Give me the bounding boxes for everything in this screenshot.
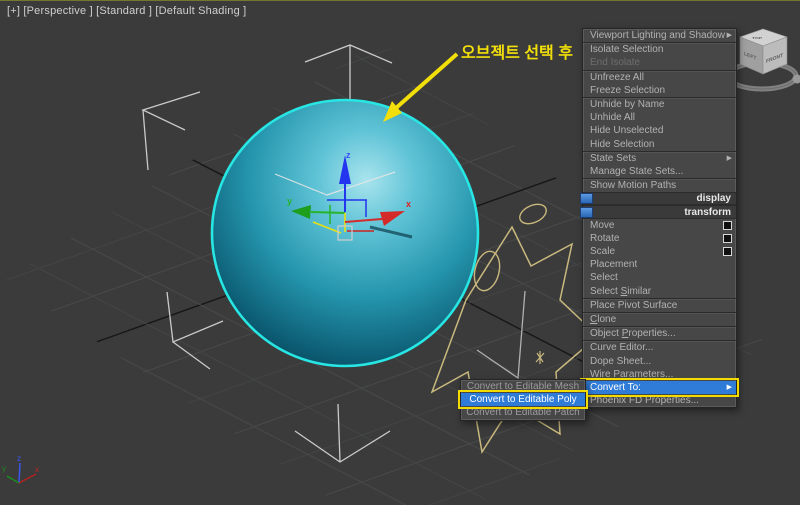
menu-item-label: Curve Editor... — [590, 342, 654, 354]
menu-item-freeze-selection[interactable]: Freeze Selection — [583, 84, 736, 97]
menu-item-label: Unhide All — [590, 112, 636, 124]
gizmo-x-label: x — [406, 199, 411, 209]
menu-item-label: Clone — [590, 314, 617, 326]
menu-item-label: Viewport Lighting and Shadows — [590, 30, 725, 42]
menu-item-manage-state-sets[interactable]: Manage State Sets... — [583, 165, 736, 178]
annotation-text: 오브젝트 선택 후 — [461, 45, 573, 62]
quad-title-square — [580, 206, 593, 218]
menu-item-hide-selection[interactable]: Hide Selection — [583, 138, 736, 151]
menu-item-phoenix-fd-properties[interactable]: Phoenix FD Properties... — [583, 394, 736, 407]
submenu-item-convert-to-editable-poly[interactable]: Convert to Editable Poly — [458, 390, 588, 410]
menu-item-label: Wire Parameters... — [590, 368, 674, 380]
menu-item-object-properties[interactable]: Object Properties... — [583, 327, 736, 340]
menu-item-label: Unhide by Name — [590, 99, 665, 111]
sphere-object[interactable] — [210, 98, 480, 368]
menu-item-dope-sheet[interactable]: Dope Sheet... — [583, 355, 736, 368]
menu-item-label: Placement — [590, 259, 638, 271]
submenu-item-label: Convert to Editable Mesh — [466, 381, 580, 393]
menu-item-unhide-all[interactable]: Unhide All — [583, 111, 736, 124]
menu-item-rotate[interactable]: Rotate — [583, 232, 736, 245]
menu-item-scale[interactable]: Scale — [583, 245, 736, 258]
menu-item-end-isolate: End Isolate — [583, 56, 736, 69]
axis-y[interactable] — [310, 211, 346, 214]
menu-item-label: Unfreeze All — [590, 71, 644, 83]
submenu-item-label: Convert to Editable Patch — [466, 407, 580, 419]
menu-item-label: Place Pivot Surface — [590, 299, 678, 311]
menu-item-label: Phoenix FD Properties... — [590, 395, 699, 407]
world-x-label: x — [35, 465, 39, 474]
quad-context-menu: Viewport Lighting and Shadows ▶ Isolate Se… — [580, 28, 739, 409]
menu-item-hide-unselected[interactable]: Hide Unselected — [583, 124, 736, 137]
settings-box-icon[interactable] — [723, 247, 732, 257]
menu-item-label: Convert To: — [590, 381, 641, 393]
quad-title-square — [580, 193, 593, 205]
quad-header-transform: transform — [580, 205, 736, 219]
settings-box-icon[interactable] — [723, 220, 732, 230]
world-y-label: y — [2, 464, 6, 473]
quad-header-display: display — [580, 192, 736, 206]
gizmo-y-label: y — [287, 196, 292, 206]
menu-item-label: Select — [590, 272, 618, 284]
menu-item-label: Move — [590, 219, 615, 231]
viewport-label[interactable]: [+] [Perspective ] [Standard ] [Default … — [7, 5, 246, 17]
menu-item-move[interactable]: Move — [583, 219, 736, 232]
menu-item-viewport-lighting-and-shadows[interactable]: Viewport Lighting and Shadows ▶ — [583, 29, 736, 42]
menu-item-place-pivot-surface[interactable]: Place Pivot Surface — [583, 299, 736, 312]
menu-item-label: End Isolate — [590, 57, 641, 69]
menu-item-state-sets[interactable]: State Sets ▶ — [583, 152, 736, 165]
settings-box-icon[interactable] — [723, 233, 732, 243]
world-z-label: z — [17, 454, 21, 463]
quad-header-label: transform — [684, 206, 731, 218]
menu-item-unhide-by-name[interactable]: Unhide by Name — [583, 98, 736, 111]
menu-item-unfreeze-all[interactable]: Unfreeze All — [583, 71, 736, 84]
submenu-item-convert-to-editable-mesh[interactable]: Convert to Editable Mesh — [461, 380, 585, 393]
menu-item-label: Freeze Selection — [590, 84, 666, 96]
world-axis-tripod: z x y — [2, 454, 39, 484]
menu-item-label: Show Motion Paths — [590, 180, 677, 192]
gizmo-z-label: z — [346, 150, 351, 160]
menu-item-label: Hide Unselected — [590, 125, 664, 137]
circle-splines[interactable] — [471, 201, 550, 294]
menu-item-curve-editor[interactable]: Curve Editor... — [583, 341, 736, 354]
convert-to-submenu: Convert to Editable Mesh Convert to Edita… — [458, 379, 588, 421]
menu-item-label: Isolate Selection — [590, 44, 664, 56]
submenu-arrow-icon: ▶ — [726, 154, 732, 162]
menu-item-label: Hide Selection — [590, 138, 655, 150]
menu-item-clone[interactable]: Clone — [583, 313, 736, 326]
menu-item-wire-parameters[interactable]: Wire Parameters... — [583, 368, 736, 381]
viewport: z x y TOP LEFT FRONT z x y [+] [Perspect… — [0, 0, 800, 505]
menu-item-placement[interactable]: Placement — [583, 258, 736, 271]
submenu-item-label: Convert to Editable Poly — [469, 394, 577, 406]
menu-item-convert-to[interactable]: Convert To: ▶ — [580, 377, 739, 398]
menu-item-label: Dope Sheet... — [590, 355, 652, 367]
submenu-arrow-icon: ▶ — [726, 383, 732, 391]
menu-item-label: State Sets — [590, 152, 637, 164]
menu-item-isolate-selection[interactable]: Isolate Selection — [583, 43, 736, 56]
submenu-arrow-icon: ▶ — [726, 32, 732, 40]
menu-item-select-similar[interactable]: Select Similar — [583, 285, 736, 298]
menu-item-label: Object Properties... — [590, 328, 676, 340]
menu-item-label: Scale — [590, 246, 616, 258]
viewcube[interactable]: TOP LEFT FRONT — [725, 28, 800, 92]
submenu-item-convert-to-editable-patch[interactable]: Convert to Editable Patch — [461, 406, 585, 419]
viewcube-top-label: TOP — [752, 36, 762, 40]
menu-item-select[interactable]: Select — [583, 271, 736, 284]
asterisk-marker — [535, 351, 545, 364]
menu-item-show-motion-paths[interactable]: Show Motion Paths — [583, 179, 736, 192]
annotation-arrow — [383, 52, 459, 122]
quad-header-label: display — [696, 193, 731, 205]
menu-item-label: Select Similar — [590, 285, 652, 297]
viewport-active-border — [0, 0, 800, 1]
menu-item-label: Manage State Sets... — [590, 165, 684, 177]
menu-item-label: Rotate — [590, 232, 620, 244]
